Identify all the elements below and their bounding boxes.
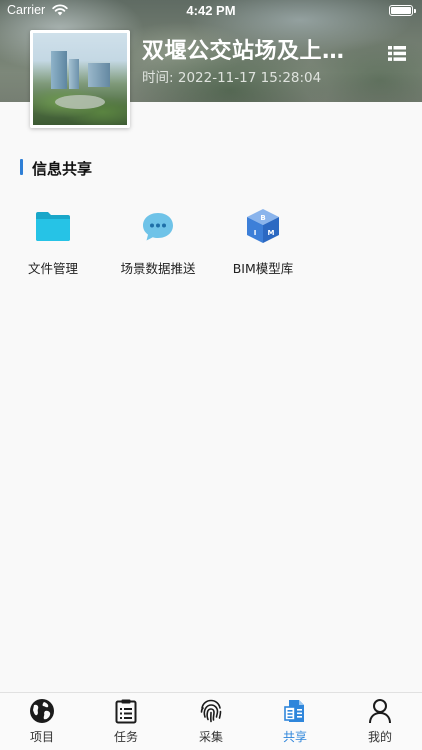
tab-label: 项目 — [29, 730, 54, 744]
tab-mine[interactable]: 我的 — [338, 693, 422, 750]
tab-label: 采集 — [198, 730, 223, 744]
bottom-tab-bar: 项目 任务 采集 共享 我的 — [0, 692, 422, 750]
battery-icon — [389, 5, 416, 16]
status-bar: Carrier 4:42 PM — [0, 0, 422, 22]
tab-label: 我的 — [367, 730, 392, 744]
share-item-label: 场景数据推送 — [120, 261, 196, 276]
user-icon — [369, 699, 391, 724]
project-time: 时间: 2022-11-17 15:28:04 — [142, 66, 321, 86]
share-item-scene-data-push[interactable]: 场景数据推送 — [103, 200, 213, 280]
project-title: 双堰公交站场及上… — [142, 39, 345, 64]
project-thumbnail[interactable] — [30, 30, 130, 128]
tab-collect[interactable]: 采集 — [169, 693, 253, 750]
tab-project[interactable]: 项目 — [0, 693, 84, 750]
bim-cube-icon: B I M — [247, 209, 279, 243]
share-item-label: 文件管理 — [27, 261, 78, 276]
clipboard-icon — [115, 699, 137, 724]
status-time: 4:42 PM — [186, 3, 236, 18]
share-item-label: BIM模型库 — [232, 261, 294, 276]
project-time-label: 时间: — [142, 70, 174, 86]
share-document-icon — [284, 700, 304, 722]
share-item-file-management[interactable]: 文件管理 — [0, 200, 108, 280]
svg-text:I: I — [254, 229, 257, 237]
section-title: 信息共享 — [32, 160, 93, 178]
tab-label: 任务 — [113, 730, 138, 744]
project-time-value: 2022-11-17 15:28:04 — [177, 70, 322, 86]
globe-icon — [30, 699, 54, 723]
fingerprint-icon — [200, 699, 222, 723]
folder-icon — [36, 212, 70, 241]
svg-text:B: B — [260, 214, 265, 222]
svg-text:M: M — [268, 229, 275, 237]
share-item-bim-model-library[interactable]: B I M BIM模型库 — [208, 200, 318, 280]
section-accent-bar — [20, 159, 23, 175]
tab-label: 共享 — [282, 730, 307, 744]
tab-share[interactable]: 共享 — [253, 693, 337, 750]
chat-bubble-icon — [143, 213, 173, 241]
tab-tasks[interactable]: 任务 — [84, 693, 168, 750]
list-menu-icon[interactable] — [388, 46, 406, 61]
